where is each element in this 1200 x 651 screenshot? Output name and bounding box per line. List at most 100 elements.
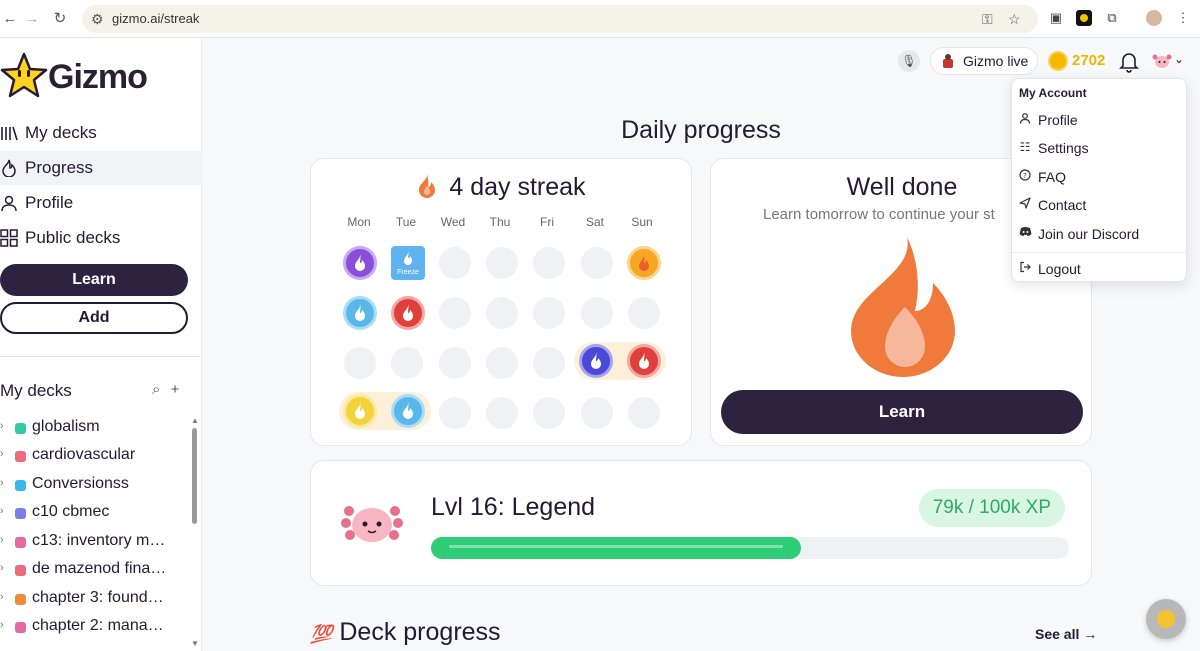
see-all-label: See all [1035, 626, 1080, 642]
flame-icon [419, 174, 436, 198]
chevron-right-icon[interactable]: › [0, 591, 4, 603]
chevron-right-icon[interactable]: › [0, 505, 4, 517]
chevron-right-icon[interactable]: › [0, 420, 4, 432]
sidebar-item-public-decks[interactable]: Public decks [0, 221, 201, 255]
browser-menu-icon[interactable]: ⋮ [1175, 10, 1191, 26]
menu-item-profile[interactable]: Profile [1012, 107, 1188, 133]
deck-color-dot [15, 594, 26, 605]
coin-count: 2702 [1072, 52, 1106, 69]
day-cell-empty [533, 247, 565, 279]
list-item[interactable]: › c13: inventory m… [0, 528, 188, 556]
sidebar-item-progress[interactable]: Progress [0, 151, 201, 185]
deck-name: Conversionss [32, 475, 129, 492]
gizmo-live-button[interactable]: Gizmo live [930, 47, 1038, 75]
list-item[interactable]: › cardiovascular [0, 442, 188, 470]
deck-color-dot [15, 537, 26, 548]
sidebar-item-my-decks[interactable]: My decks [0, 116, 201, 150]
my-decks-heading: My decks [0, 381, 72, 400]
microphone-icon[interactable]: 🎙 [898, 50, 920, 72]
day-label: Mon [347, 215, 371, 229]
bookmark-star-icon[interactable]: ☆ [1008, 11, 1021, 28]
search-icon[interactable]: ⌕ [152, 381, 160, 398]
plus-icon[interactable]: + [171, 381, 180, 398]
streak-badge-blue [343, 296, 377, 330]
list-item[interactable]: › de mazenod fina… [0, 556, 188, 584]
learn-button[interactable]: Learn [0, 264, 188, 296]
url-text: gizmo.ai/streak [112, 11, 200, 26]
scroll-down-arrow[interactable]: ▼ [191, 639, 199, 648]
list-item[interactable]: › globalism [0, 414, 188, 442]
list-item[interactable]: › chapter 3: found… [0, 585, 188, 613]
day-cell-empty [581, 397, 613, 429]
chevron-right-icon[interactable]: › [0, 477, 4, 489]
browser-toolbar: ← → ↻ ⚙ gizmo.ai/streak ⚿ ☆ ▣ ⧉ ⋮ [0, 0, 1200, 38]
add-button[interactable]: Add [0, 302, 188, 334]
deck-color-dot [15, 451, 26, 462]
floating-assistant-button[interactable] [1146, 599, 1186, 639]
chevron-right-icon[interactable]: › [0, 534, 4, 546]
browser-profile-avatar[interactable] [1146, 10, 1162, 26]
grid-icon [0, 229, 18, 247]
chevron-down-icon[interactable]: ⌄ [1174, 52, 1184, 66]
bell-icon[interactable] [1119, 51, 1139, 73]
gizmo-logo[interactable]: Gizmo [0, 52, 200, 102]
scroll-up-arrow[interactable]: ▲ [191, 416, 199, 425]
star-logo-icon [0, 52, 48, 98]
day-cell-empty [533, 297, 565, 329]
level-card: Lvl 16: Legend 79k / 100k XP [310, 460, 1092, 586]
menu-item-settings[interactable]: ☷ Settings [1012, 135, 1188, 161]
deck-color-dot [15, 480, 26, 491]
list-item[interactable]: › Conversionss [0, 471, 188, 499]
svg-text:?: ? [1023, 172, 1027, 180]
xp-progress-shine [449, 545, 784, 548]
deck-name: cardiovascular [32, 446, 136, 463]
sidebar-item-profile[interactable]: Profile [0, 186, 201, 220]
deck-name: chapter 3: found… [32, 589, 164, 606]
translate-extension-icon[interactable]: ▣ [1048, 10, 1064, 26]
axolotl-mascot-icon [341, 506, 403, 542]
streak-badge-purple [343, 246, 377, 280]
menu-item-label: Contact [1038, 197, 1087, 213]
list-item[interactable]: › c10 cbmec [0, 499, 188, 527]
streak-badge-blue [391, 394, 425, 428]
day-cell-empty [533, 397, 565, 429]
axolotl-avatar-icon[interactable] [1152, 52, 1172, 70]
site-settings-icon[interactable]: ⚙ [91, 11, 104, 28]
streak-badge-orange [627, 246, 661, 280]
freeze-label: Freeze [397, 269, 419, 276]
address-bar[interactable]: ⚙ gizmo.ai/streak ⚿ ☆ [82, 5, 1038, 33]
streak-badge-red [627, 344, 661, 378]
sidebar-item-label: Progress [25, 158, 94, 177]
menu-item-faq[interactable]: ? FAQ [1012, 164, 1188, 190]
extensions-puzzle-icon[interactable]: ⧉ [1104, 10, 1120, 26]
menu-item-logout[interactable]: Logout [1012, 256, 1188, 282]
live-avatar-icon [941, 53, 955, 69]
sidebar-scrollbar[interactable] [192, 428, 197, 524]
back-icon[interactable]: ← [0, 9, 20, 29]
streak-badge-indigo [579, 344, 613, 378]
reload-icon[interactable]: ↻ [50, 9, 70, 29]
list-item[interactable]: › chapter 2: mana… [0, 613, 188, 641]
extension-yellow-icon[interactable] [1076, 10, 1092, 26]
chevron-right-icon[interactable]: › [0, 448, 4, 460]
day-cell-empty [486, 297, 518, 329]
dropdown-header: My Account [1019, 86, 1087, 100]
forward-icon[interactable]: → [22, 9, 42, 29]
sidebar-item-label: Profile [25, 193, 74, 212]
menu-item-discord[interactable]: Join our Discord [1012, 221, 1188, 247]
learn-button[interactable]: Learn [721, 390, 1083, 434]
send-icon [1018, 197, 1032, 211]
hundred-points-icon: 💯 [310, 624, 333, 644]
menu-item-contact[interactable]: Contact [1012, 192, 1188, 218]
my-decks-actions: ⌕ + [152, 381, 179, 398]
menu-item-label: FAQ [1038, 169, 1067, 185]
see-all-link[interactable]: See all → [1035, 626, 1097, 642]
key-icon[interactable]: ⚿ [982, 11, 993, 28]
deck-color-dot [15, 423, 26, 434]
day-label: Sat [585, 215, 604, 229]
day-cell-empty [439, 347, 471, 379]
chevron-right-icon[interactable]: › [0, 562, 4, 574]
day-cell-empty [628, 297, 660, 329]
chevron-right-icon[interactable]: › [0, 619, 4, 631]
deck-progress-title-text: Deck progress [339, 618, 501, 646]
